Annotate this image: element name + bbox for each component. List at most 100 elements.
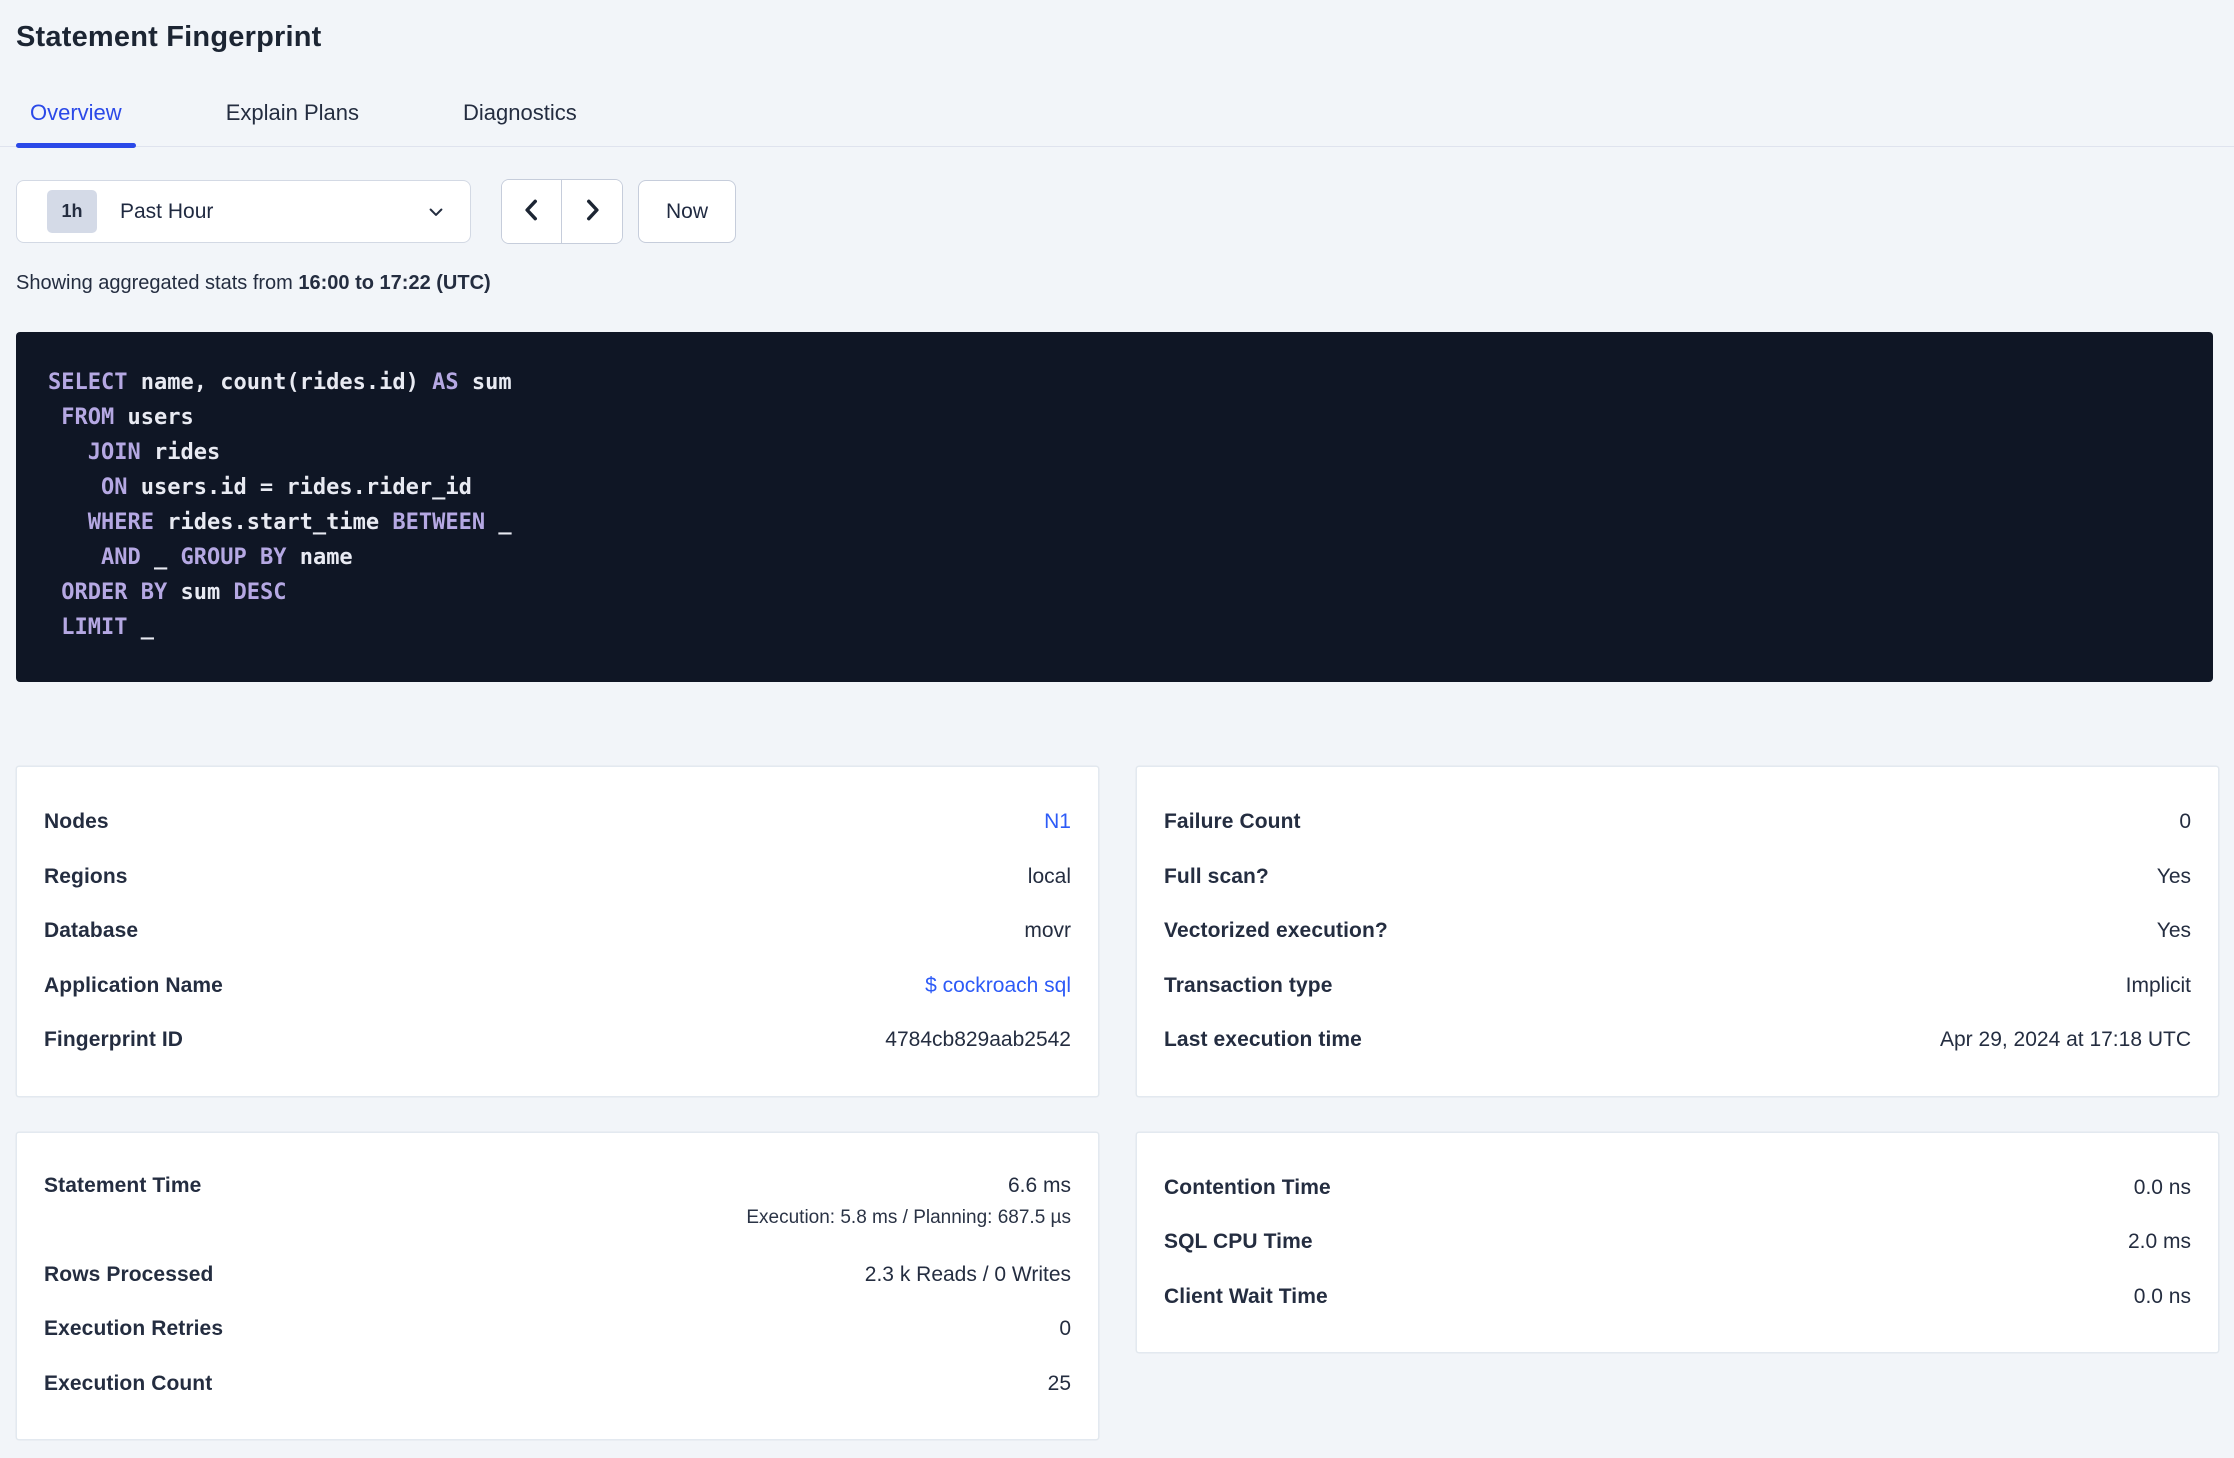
tab-label: Overview xyxy=(30,100,122,125)
tab-explain-plans[interactable]: Explain Plans xyxy=(212,100,373,146)
stat-label: Statement Time xyxy=(44,1173,202,1197)
tab-label: Diagnostics xyxy=(463,100,577,125)
stat-row: Regions local xyxy=(44,850,1071,905)
sql-text: _ xyxy=(140,545,181,570)
sql-line: LIMIT _ xyxy=(48,610,2181,645)
stat-value-link[interactable]: $ cockroach sql xyxy=(925,974,1071,997)
stat-value: 2.0 ms xyxy=(2127,1230,2191,1254)
now-button[interactable]: Now xyxy=(638,180,737,243)
time-picker-controls: 1h Past Hour Now xyxy=(16,179,2219,244)
sql-keyword: AS xyxy=(432,370,459,395)
stat-row: Client Wait Time 0.0 ns xyxy=(1164,1270,2191,1325)
sql-keyword: AND xyxy=(100,545,141,570)
stat-value: 0 xyxy=(1059,1317,1071,1341)
stat-label: Rows Processed xyxy=(44,1262,214,1286)
stat-label: Transaction type xyxy=(1164,973,1333,997)
stat-value-wrap: 0.0 ns xyxy=(2134,1176,2191,1200)
stat-value-wrap: 2.0 ms xyxy=(2128,1230,2191,1254)
stat-value: 0 xyxy=(2179,810,2191,834)
stat-value-wrap: Apr 29, 2024 at 17:18 UTC xyxy=(1940,1028,2191,1052)
stat-label: Nodes xyxy=(44,810,109,834)
stat-row: Failure Count 0 xyxy=(1164,795,2191,850)
next-range-button[interactable] xyxy=(562,180,622,243)
stat-label: Last execution time xyxy=(1164,1028,1362,1052)
stat-value: 4784cb829aab2542 xyxy=(885,1028,1071,1052)
stat-row: Statement Time 6.6 ms Execution: 5.8 ms / … xyxy=(44,1161,1071,1248)
stat-value-wrap: Yes xyxy=(2157,865,2191,889)
stat-label: Failure Count xyxy=(1164,810,1301,834)
stat-label: Application Name xyxy=(44,973,223,997)
stat-row: Nodes N1 xyxy=(44,795,1071,850)
stat-label: Contention Time xyxy=(1164,1175,1331,1199)
sql-line: ON users.id = rides.rider_id xyxy=(48,470,2181,505)
stat-label: Fingerprint ID xyxy=(44,1028,184,1052)
tab-label: Explain Plans xyxy=(225,100,359,125)
stat-value: 0.0 ns xyxy=(2133,1284,2191,1308)
stat-value-link[interactable]: N1 xyxy=(1044,810,1071,833)
sql-text: name xyxy=(286,545,353,570)
sql-keyword: BETWEEN xyxy=(392,510,486,535)
stat-value-wrap: local xyxy=(1028,865,1071,889)
sql-keyword: SELECT xyxy=(48,370,128,395)
sql-line: FROM users xyxy=(48,400,2181,435)
stat-row: Application Name $ cockroach sql xyxy=(44,959,1071,1014)
stat-row: Execution Count 25 xyxy=(44,1357,1071,1412)
wait-times-card: Contention Time 0.0 ns SQL CPU Time 2.0 ms C… xyxy=(1136,1131,2219,1353)
time-range-select[interactable]: 1h Past Hour xyxy=(16,180,471,243)
stat-value: movr xyxy=(1024,919,1071,943)
stat-label: Execution Retries xyxy=(44,1317,224,1341)
sql-text: sum xyxy=(167,580,234,605)
stat-label: Vectorized execution? xyxy=(1164,919,1388,943)
sql-text: users.id = rides.rider_id xyxy=(127,475,472,500)
stat-label: SQL CPU Time xyxy=(1164,1230,1313,1254)
stat-value: Implicit xyxy=(2125,973,2191,997)
previous-range-button[interactable] xyxy=(502,180,562,243)
sql-line: WHERE rides.start_time BETWEEN _ xyxy=(48,505,2181,540)
stat-row: SQL CPU Time 2.0 ms xyxy=(1164,1215,2191,1270)
stat-label: Client Wait Time xyxy=(1164,1284,1328,1308)
sql-text: rides xyxy=(140,440,221,465)
stat-value: 25 xyxy=(1047,1371,1071,1395)
stat-label: Regions xyxy=(44,864,128,888)
aggregated-stats-line: Showing aggregated stats from 16:00 to 1… xyxy=(16,270,2219,296)
sql-keyword: DESC xyxy=(233,580,287,605)
chevron-down-icon xyxy=(426,202,446,222)
tab-diagnostics[interactable]: Diagnostics xyxy=(449,100,591,146)
stat-row: Vectorized execution? Yes xyxy=(1164,904,2191,959)
chevron-left-icon xyxy=(519,197,545,226)
sql-keyword: JOIN xyxy=(87,440,141,465)
execution-attributes-card: Failure Count 0 Full scan? Yes Vectorized ex… xyxy=(1136,766,2219,1097)
stat-label: Full scan? xyxy=(1164,864,1269,888)
stat-row: Full scan? Yes xyxy=(1164,850,2191,905)
stat-row: Fingerprint ID 4784cb829aab2542 xyxy=(44,1013,1071,1068)
stat-value-wrap: 25 xyxy=(1048,1372,1071,1396)
stat-value-wrap: 6.6 ms Execution: 5.8 ms / Planning: 687.… xyxy=(746,1174,1071,1229)
stat-label: Database xyxy=(44,919,139,943)
stat-value: local xyxy=(1027,864,1071,888)
stat-value-wrap: 2.3 k Reads / 0 Writes xyxy=(865,1263,1071,1287)
sql-keyword: LIMIT xyxy=(61,615,128,640)
stat-row: Execution Retries 0 xyxy=(44,1302,1071,1357)
stat-row: Contention Time 0.0 ns xyxy=(1164,1161,2191,1216)
stat-value-wrap: N1 xyxy=(1044,810,1071,834)
sql-text: name, count(rides.id) xyxy=(127,370,433,395)
sql-text: rides.start_time xyxy=(153,510,393,535)
tab-overview[interactable]: Overview xyxy=(16,100,136,148)
chevron-right-icon xyxy=(579,197,605,226)
sql-keyword: FROM xyxy=(61,405,115,430)
stat-value: Apr 29, 2024 at 17:18 UTC xyxy=(1940,1028,2191,1052)
statement-times-card: Statement Time 6.6 ms Execution: 5.8 ms / … xyxy=(16,1131,1099,1440)
sql-line: ORDER BY sum DESC xyxy=(48,575,2181,610)
sql-keyword: GROUP BY xyxy=(180,545,287,570)
stat-row: Transaction type Implicit xyxy=(1164,959,2191,1014)
statement-fingerprint-page: Statement Fingerprint Overview Explain Pl… xyxy=(0,0,2234,1458)
sql-line: AND _ GROUP BY name xyxy=(48,540,2181,575)
statement-properties-card: Nodes N1 Regions local Database movr Applicati… xyxy=(16,766,1099,1097)
sql-line: SELECT name, count(rides.id) AS sum xyxy=(48,365,2181,400)
